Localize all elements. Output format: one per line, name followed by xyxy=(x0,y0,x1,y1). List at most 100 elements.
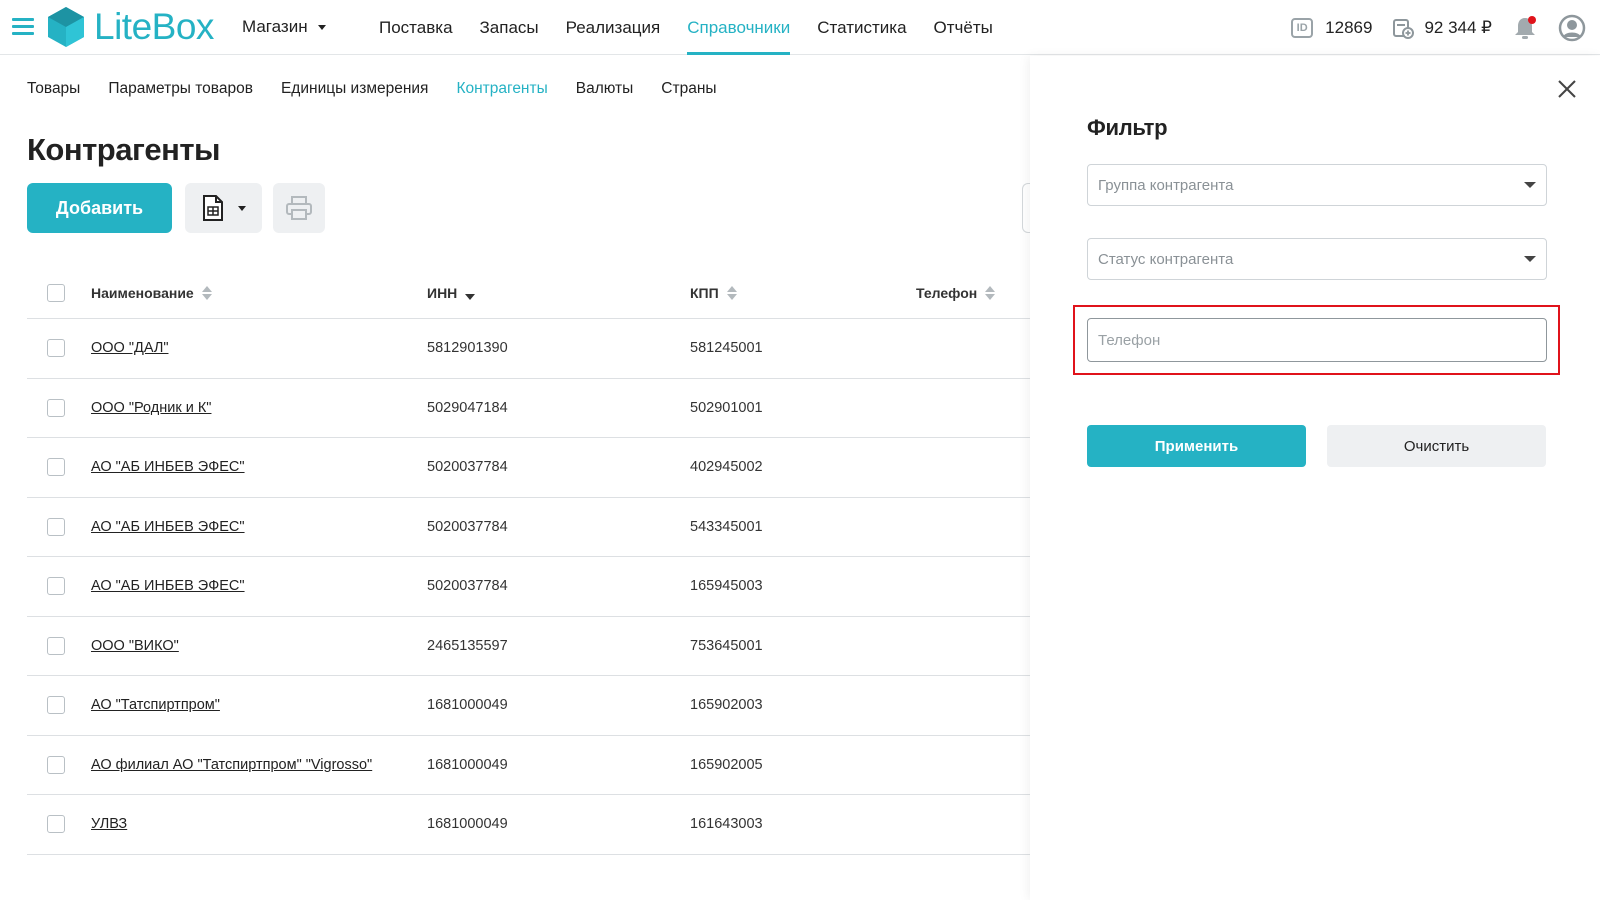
counterparty-name-link[interactable]: АО "Татспиртпром" xyxy=(91,697,220,713)
row-checkbox[interactable] xyxy=(47,398,65,417)
inn-value: 1681000049 xyxy=(427,756,508,773)
file-excel-icon xyxy=(202,195,223,221)
counterparty-name-link[interactable]: УЛВЗ xyxy=(91,816,127,832)
sort-icon xyxy=(726,286,737,300)
litebox-logo[interactable]: LiteBox xyxy=(46,5,214,49)
filter-panel: Фильтр Группа контрагента Статус контраг… xyxy=(1030,56,1600,900)
print-button[interactable] xyxy=(273,183,325,233)
inn-value: 2465135597 xyxy=(427,637,508,654)
table-row[interactable]: АО филиал АО "Татспиртпром" "Vigrosso" 16… xyxy=(27,736,1030,795)
account-id: 12869 xyxy=(1325,17,1373,37)
sort-icon xyxy=(985,286,996,300)
store-selector[interactable]: Магазин xyxy=(242,17,326,37)
subnav-item-0[interactable]: Товары xyxy=(27,80,80,98)
apply-button[interactable]: Применить xyxy=(1087,425,1306,467)
kpp-value: 402945002 xyxy=(690,459,763,476)
bell-icon[interactable] xyxy=(1512,14,1538,42)
reference-subnav: Товары Параметры товаров Единицы измерения… xyxy=(27,80,745,98)
table-row[interactable]: ООО "ВИКО" 2465135597 753645001 xyxy=(27,617,1030,676)
close-icon[interactable] xyxy=(1556,78,1578,100)
store-label: Магазин xyxy=(242,17,308,36)
counterparties-table: Наименование ИНН КПП Телефон ООО "ДАЛ" 58… xyxy=(27,268,1030,855)
select-all-checkbox[interactable] xyxy=(47,284,65,302)
table-row[interactable]: АО "АБ ИНБЕВ ЭФЕС" 5020037784 402945002 xyxy=(27,438,1030,498)
litebox-cube-icon xyxy=(48,7,84,47)
phone-input[interactable] xyxy=(1087,318,1547,362)
user-avatar-icon[interactable] xyxy=(1558,14,1586,42)
column-header-kpp[interactable]: КПП xyxy=(690,285,916,301)
row-checkbox[interactable] xyxy=(47,517,65,536)
inn-value: 5029047184 xyxy=(427,399,508,416)
kpp-value: 165902005 xyxy=(690,756,763,773)
row-checkbox[interactable] xyxy=(47,577,65,596)
inn-value: 1681000049 xyxy=(427,697,508,714)
table-row[interactable]: УЛВЗ 1681000049 161643003 xyxy=(27,795,1030,855)
header-account-area: ID 12869 92 344 ₽ xyxy=(1291,0,1600,55)
chevron-down-icon xyxy=(317,24,326,30)
table-row[interactable]: ООО "Родник и К" 5029047184 502901001 xyxy=(27,379,1030,438)
table-row[interactable]: ООО "ДАЛ" 5812901390 581245001 xyxy=(27,319,1030,379)
top-header: LiteBox Магазин Поставка Запасы Реализация… xyxy=(0,0,1600,55)
counterparty-name-link[interactable]: ООО "ДАЛ" xyxy=(91,340,168,356)
inn-value: 1681000049 xyxy=(427,816,508,833)
row-checkbox[interactable] xyxy=(47,815,65,834)
hamburger-menu-icon[interactable] xyxy=(12,18,34,36)
table-row[interactable]: АО "АБ ИНБЕВ ЭФЕС" 5020037784 165945003 xyxy=(27,557,1030,617)
inn-value: 5020037784 xyxy=(427,459,508,476)
table-row[interactable]: АО "АБ ИНБЕВ ЭФЕС" 5020037784 543345001 xyxy=(27,498,1030,557)
counterparty-name-link[interactable]: ООО "Родник и К" xyxy=(91,400,211,416)
logo-text: LiteBox xyxy=(94,6,214,47)
row-checkbox[interactable] xyxy=(47,458,65,477)
nav-item-1[interactable]: Запасы xyxy=(480,0,539,55)
counterparty-name-link[interactable]: АО "АБ ИНБЕВ ЭФЕС" xyxy=(91,578,245,594)
column-header-inn[interactable]: ИНН xyxy=(427,285,690,301)
balance: 92 344 ₽ xyxy=(1424,17,1492,37)
kpp-value: 165945003 xyxy=(690,578,763,595)
column-header-name[interactable]: Наименование xyxy=(91,285,427,301)
inn-value: 5812901390 xyxy=(427,340,508,357)
table-row[interactable]: АО "Татспиртпром" 1681000049 165902003 xyxy=(27,676,1030,736)
subnav-item-4[interactable]: Валюты xyxy=(576,80,634,98)
kpp-value: 165902003 xyxy=(690,697,763,714)
wallet-icon[interactable] xyxy=(1392,17,1415,39)
nav-item-5[interactable]: Отчёты xyxy=(934,0,993,55)
subnav-item-3[interactable]: Контрагенты xyxy=(456,80,547,98)
table-body: ООО "ДАЛ" 5812901390 581245001 ООО "Родник … xyxy=(27,319,1030,855)
counterparty-name-link[interactable]: АО филиал АО "Татспиртпром" "Vigrosso" xyxy=(91,757,372,773)
sort-icon xyxy=(201,286,212,300)
sort-icon xyxy=(465,286,476,300)
clear-button[interactable]: Очистить xyxy=(1327,425,1546,467)
kpp-value: 502901001 xyxy=(690,399,763,416)
row-checkbox[interactable] xyxy=(47,696,65,715)
subnav-item-2[interactable]: Единицы измерения xyxy=(281,80,428,98)
row-checkbox[interactable] xyxy=(47,339,65,358)
row-checkbox[interactable] xyxy=(47,755,65,774)
inn-value: 5020037784 xyxy=(427,518,508,535)
nav-item-2[interactable]: Реализация xyxy=(566,0,661,55)
page-title: Контрагенты xyxy=(27,132,220,167)
table-header: Наименование ИНН КПП Телефон xyxy=(27,268,1030,319)
kpp-value: 581245001 xyxy=(690,340,763,357)
counterparty-status-select[interactable]: Статус контрагента xyxy=(1087,238,1547,280)
counterparty-name-link[interactable]: АО "АБ ИНБЕВ ЭФЕС" xyxy=(91,459,245,475)
column-header-phone[interactable]: Телефон xyxy=(916,285,1030,301)
nav-item-4[interactable]: Статистика xyxy=(817,0,906,55)
counterparty-group-select[interactable]: Группа контрагента xyxy=(1087,164,1547,206)
add-button[interactable]: Добавить xyxy=(27,183,172,233)
filter-title: Фильтр xyxy=(1087,115,1168,140)
subnav-item-5[interactable]: Страны xyxy=(661,80,716,98)
subnav-item-1[interactable]: Параметры товаров xyxy=(108,80,253,98)
nav-item-0[interactable]: Поставка xyxy=(379,0,453,55)
row-checkbox[interactable] xyxy=(47,636,65,655)
chevron-down-icon xyxy=(237,205,246,211)
main-nav: Поставка Запасы Реализация Справочники Стати… xyxy=(379,0,1020,55)
kpp-value: 161643003 xyxy=(690,816,763,833)
printer-icon xyxy=(286,196,312,220)
export-menu-button[interactable] xyxy=(185,183,262,233)
select-placeholder: Статус контрагента xyxy=(1098,250,1234,268)
nav-item-3[interactable]: Справочники xyxy=(687,0,791,55)
counterparty-name-link[interactable]: ООО "ВИКО" xyxy=(91,638,179,654)
counterparty-name-link[interactable]: АО "АБ ИНБЕВ ЭФЕС" xyxy=(91,519,245,535)
kpp-value: 753645001 xyxy=(690,637,763,654)
chevron-down-icon xyxy=(1524,256,1536,262)
